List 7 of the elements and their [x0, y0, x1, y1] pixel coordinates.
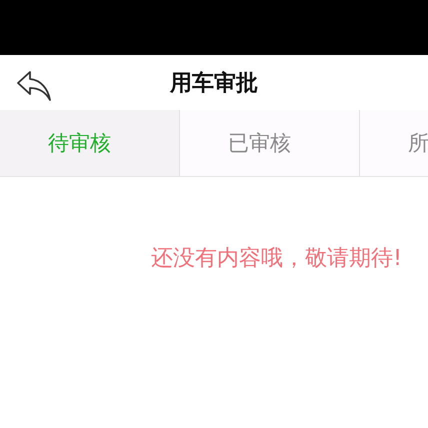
page-title: 用车审批: [170, 70, 258, 98]
tab[interactable]: 待审核: [0, 110, 180, 176]
back-button[interactable]: [14, 69, 54, 103]
empty-message: 还没有内容哦，敬请期待!: [151, 245, 402, 273]
tab[interactable]: 已审核: [180, 110, 360, 176]
back-arrow-icon: [16, 70, 52, 102]
tab[interactable]: 所: [360, 110, 428, 176]
